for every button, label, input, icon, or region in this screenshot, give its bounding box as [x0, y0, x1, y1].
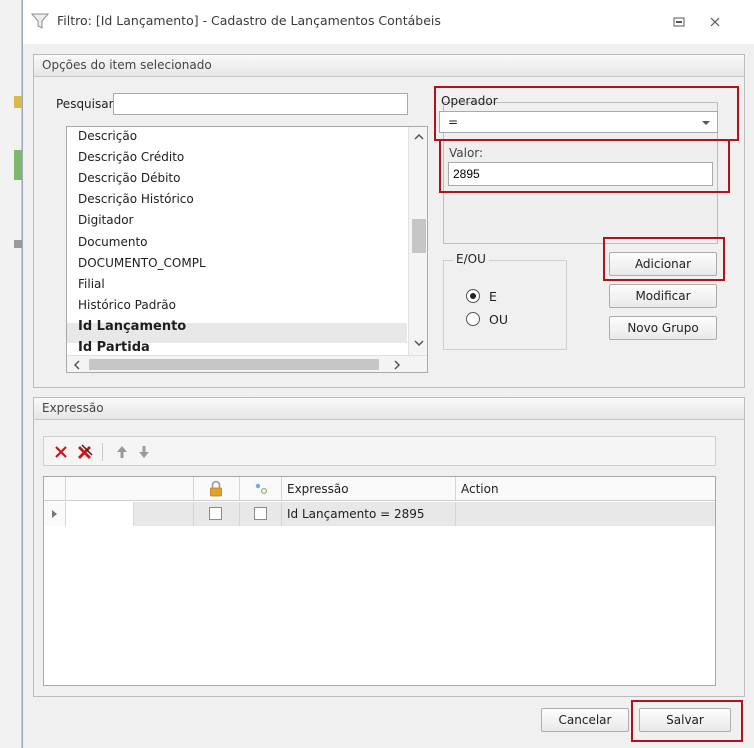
new-group-button[interactable]: Novo Grupo	[609, 316, 717, 340]
scroll-up-icon[interactable]	[414, 133, 424, 141]
logic-operator-group	[443, 260, 567, 350]
list-item-selected[interactable]: Id Lançamento	[78, 319, 186, 334]
value-label: Valor:	[449, 146, 484, 160]
list-horizontal-scrollbar[interactable]	[67, 355, 427, 372]
modify-button[interactable]: Modificar	[609, 284, 717, 308]
value-input[interactable]	[448, 162, 713, 186]
group-cell[interactable]	[240, 502, 282, 526]
restore-window-button[interactable]	[669, 12, 689, 32]
title-bar[interactable]: Filtro: [Id Lançamento] - Cadastro de La…	[23, 0, 754, 44]
radio-or[interactable]	[466, 312, 480, 326]
grid-cell[interactable]	[66, 502, 134, 526]
chevron-down-icon[interactable]	[701, 120, 711, 126]
scroll-right-icon[interactable]	[393, 360, 401, 370]
grid-cell[interactable]	[134, 502, 194, 526]
background-app-strip	[0, 0, 22, 748]
grid-header-cell	[44, 477, 66, 501]
logic-operator-title: E/OU	[453, 252, 489, 266]
scroll-down-icon[interactable]	[414, 339, 424, 347]
grid-header-cell	[66, 477, 194, 501]
add-button[interactable]: Adicionar	[609, 252, 717, 276]
list-item[interactable]: Digitador	[78, 213, 133, 227]
list-item[interactable]: Filial	[78, 277, 105, 291]
delete-icon[interactable]	[54, 445, 68, 459]
list-item[interactable]: Id Partida	[78, 340, 150, 355]
radio-or-label: OU	[489, 312, 508, 327]
search-label: Pesquisar:	[56, 97, 118, 111]
list-item[interactable]: Descrição Crédito	[78, 150, 184, 164]
move-up-icon[interactable]	[116, 445, 128, 459]
background-app-icon	[14, 240, 22, 248]
close-window-button[interactable]	[705, 12, 725, 32]
row-pointer-icon	[52, 510, 57, 518]
list-item[interactable]: Descrição Débito	[78, 171, 180, 185]
group-column-header[interactable]	[240, 477, 282, 501]
action-column-header[interactable]: Action	[456, 477, 715, 501]
operator-select[interactable]: =	[439, 111, 718, 133]
close-icon	[710, 17, 720, 27]
window-title: Filtro: [Id Lançamento] - Cadastro de La…	[57, 13, 441, 28]
move-down-icon[interactable]	[138, 445, 150, 459]
filter-funnel-icon	[31, 13, 49, 29]
expression-column-label: Expressão	[287, 482, 349, 496]
options-group-title: Opções do item selecionado	[34, 55, 744, 77]
expression-toolbar	[43, 436, 716, 466]
operator-selected-value: =	[448, 115, 459, 129]
expression-group-title: Expressão	[34, 398, 744, 420]
delete-all-icon[interactable]	[76, 443, 94, 461]
cancel-button[interactable]: Cancelar	[541, 708, 629, 732]
toolbar-separator	[102, 443, 103, 461]
action-column-label: Action	[461, 482, 499, 496]
action-cell[interactable]	[456, 502, 715, 526]
background-app-icon	[14, 96, 22, 108]
list-item[interactable]: Documento	[78, 235, 148, 249]
radio-and-label: E	[489, 289, 497, 304]
expression-cell[interactable]: Id Lançamento = 2895	[282, 502, 456, 526]
list-item[interactable]: Histórico Padrão	[78, 298, 176, 312]
group-icon	[255, 483, 268, 495]
list-vertical-scrollbar[interactable]	[408, 127, 427, 355]
row-indicator	[44, 502, 66, 526]
filter-dialog: Filtro: [Id Lançamento] - Cadastro de La…	[22, 0, 754, 748]
expression-cell-text: Id Lançamento = 2895	[287, 507, 425, 521]
lock-column-header[interactable]	[194, 477, 240, 501]
expression-grid[interactable]: Expressão Action Id Lançamento = 2895	[43, 476, 716, 686]
scroll-left-icon[interactable]	[73, 360, 81, 370]
lock-cell[interactable]	[194, 502, 240, 526]
restore-icon	[673, 17, 685, 27]
table-row[interactable]: Id Lançamento = 2895	[44, 502, 715, 526]
background-app-icon	[14, 150, 22, 180]
list-item[interactable]: DOCUMENTO_COMPL	[78, 256, 206, 270]
field-list[interactable]: Descrição Descrição Crédito Descrição Dé…	[66, 126, 428, 373]
save-button[interactable]: Salvar	[639, 708, 731, 732]
expression-column-header[interactable]: Expressão	[282, 477, 456, 501]
radio-and[interactable]	[466, 289, 480, 303]
list-item[interactable]: Descrição	[78, 129, 137, 143]
grid-header: Expressão Action	[44, 477, 715, 501]
lock-checkbox[interactable]	[209, 507, 222, 520]
group-checkbox[interactable]	[254, 507, 267, 520]
list-horizontal-scroll-thumb[interactable]	[89, 359, 379, 370]
search-input[interactable]	[113, 93, 408, 115]
operator-label: Operador	[441, 94, 498, 108]
list-item[interactable]: Descrição Histórico	[78, 192, 194, 206]
list-scroll-thumb[interactable]	[412, 219, 426, 253]
radio-dot	[470, 293, 476, 299]
lock-icon	[210, 480, 222, 497]
